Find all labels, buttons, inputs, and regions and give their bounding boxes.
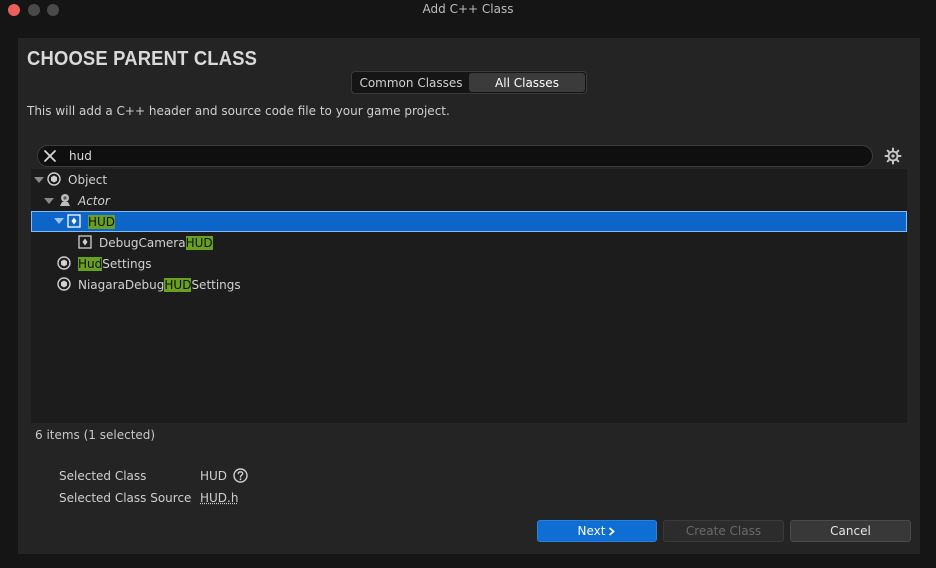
- cancel-button[interactable]: Cancel: [790, 520, 911, 542]
- close-icon[interactable]: [43, 149, 57, 163]
- selected-class-label: Selected Class: [59, 469, 147, 483]
- object-class-icon: [47, 172, 61, 186]
- search-input[interactable]: [69, 148, 849, 164]
- object-class-icon: [57, 256, 71, 270]
- expand-arrow-icon[interactable]: [44, 198, 54, 204]
- tree-item-object[interactable]: Object: [31, 169, 907, 190]
- tree-item-debugcamerahud[interactable]: DebugCameraHUD: [31, 232, 907, 253]
- description-text: This will add a C++ header and source co…: [27, 104, 450, 118]
- class-filter-tabs: Common Classes All Classes: [351, 71, 587, 94]
- hud-class-icon: [67, 214, 81, 228]
- selected-class-source-label: Selected Class Source: [59, 491, 192, 505]
- create-class-button[interactable]: Create Class: [663, 520, 784, 542]
- tree-item-label: HudSettings: [78, 256, 152, 271]
- tree-item-hud[interactable]: HUD: [31, 211, 907, 232]
- tree-item-label: NiagaraDebugHUDSettings: [78, 277, 241, 292]
- tree-item-label: Actor: [78, 193, 110, 208]
- next-button[interactable]: Next: [537, 520, 657, 542]
- tree-item-label: DebugCameraHUD: [99, 235, 213, 250]
- title-bar: Add C++ Class: [0, 0, 936, 20]
- tree-item-actor[interactable]: Actor: [31, 190, 907, 211]
- selected-class-value: HUD: [200, 469, 228, 483]
- class-tree: Object Actor HUD DebugCameraHUD HudSetti…: [31, 169, 907, 423]
- item-count: 6 items (1 selected): [35, 428, 156, 442]
- expand-arrow-icon[interactable]: [34, 177, 44, 183]
- window-title: Add C++ Class: [422, 2, 514, 16]
- selected-class-source-link[interactable]: HUD.h: [200, 491, 238, 505]
- hud-class-icon: [78, 235, 92, 249]
- dialog-panel: CHOOSE PARENT CLASS Common Classes All C…: [18, 38, 920, 554]
- tree-item-label: HUD: [88, 214, 116, 229]
- tree-item-label: Object: [68, 172, 108, 187]
- object-class-icon: [57, 277, 71, 291]
- search-bar: [37, 145, 873, 167]
- page-title: CHOOSE PARENT CLASS: [27, 48, 258, 70]
- chevron-right-icon: [609, 526, 616, 536]
- tab-common-classes[interactable]: Common Classes: [353, 73, 469, 92]
- tree-item-hudsettings[interactable]: HudSettings: [31, 253, 907, 274]
- tree-item-niagaradebughudsettings[interactable]: NiagaraDebugHUDSettings: [31, 274, 907, 295]
- gear-icon[interactable]: [884, 147, 902, 165]
- tab-all-classes[interactable]: All Classes: [469, 73, 585, 92]
- expand-arrow-icon[interactable]: [54, 218, 64, 224]
- actor-class-icon: [60, 194, 70, 206]
- next-button-label: Next: [577, 524, 606, 538]
- help-icon[interactable]: [233, 468, 248, 483]
